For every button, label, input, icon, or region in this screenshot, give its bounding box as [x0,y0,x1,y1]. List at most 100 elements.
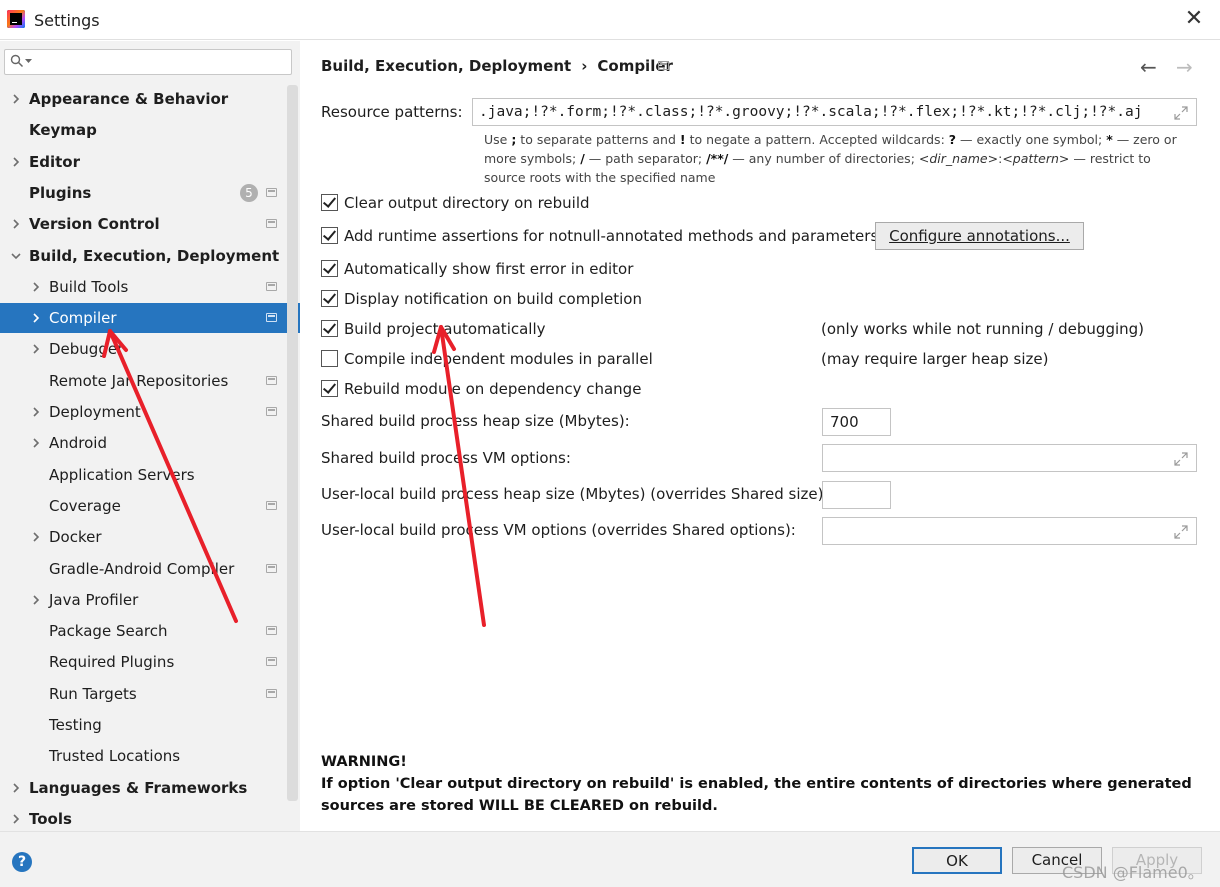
project-settings-icon [266,313,277,323]
clear-output-label: Clear output directory on rebuild [344,194,590,212]
search-options-chevron-icon[interactable] [25,59,32,64]
chevron-right-icon[interactable] [10,156,22,168]
sidebar-item-android[interactable]: Android [0,428,288,458]
breadcrumb-parent[interactable]: Build, Execution, Deployment [321,57,571,75]
resource-patterns-field[interactable]: .java;!?*.form;!?*.class;!?*.groovy;!?*.… [472,98,1197,126]
warning-text: If option 'Clear output directory on reb… [321,776,1192,814]
chevron-right-icon[interactable] [30,437,42,449]
project-settings-icon [266,281,277,291]
sidebar-item-label: Remote Jar Repositories [49,371,229,390]
chevron-right-icon[interactable] [10,218,22,230]
sidebar-item-version-control[interactable]: Version Control [0,209,288,239]
window-title: Settings [34,11,100,30]
runtime-assertions-label: Add runtime assertions for notnull-annot… [344,227,879,245]
title-bar: Settings ✕ [0,0,1220,40]
sidebar-item-label: Required Plugins [49,653,175,672]
ok-button[interactable]: OK [912,847,1002,874]
chevron-right-icon[interactable] [30,343,42,355]
user-vm-input[interactable] [822,517,1197,545]
resource-patterns-label: Resource patterns: [321,103,463,121]
runtime-assertions-checkbox[interactable] [321,227,338,244]
sidebar-item-required-plugins[interactable]: Required Plugins [0,647,288,677]
csdn-watermark: CSDN @Flame0。 [1062,863,1204,882]
project-settings-icon [266,500,277,510]
chevron-right-icon[interactable] [10,813,22,825]
sidebar-item-application-servers[interactable]: Application Servers [0,460,288,490]
sidebar-item-gradle-android-compiler[interactable]: Gradle-Android Compiler [0,554,288,584]
sidebar-item-label: Docker [49,528,102,547]
help-icon[interactable]: ? [12,852,32,872]
sidebar-item-deployment[interactable]: Deployment [0,397,288,427]
sidebar-item-languages-frameworks[interactable]: Languages & Frameworks [0,773,288,803]
resource-patterns-value: .java;!?*.form;!?*.class;!?*.groovy;!?*.… [479,104,1143,120]
sidebar-item-label: Android [49,434,107,453]
display-notification-checkbox[interactable] [321,290,338,307]
sidebar-item-label: Java Profiler [49,590,139,609]
sidebar-item-tools[interactable]: Tools [0,804,288,834]
search-input[interactable] [4,49,292,75]
back-arrow-icon[interactable]: ← [1140,55,1157,79]
breadcrumb: Build, Execution, Deployment › Compiler [321,57,673,75]
sidebar-item-keymap[interactable]: Keymap [0,115,288,145]
clear-output-checkbox[interactable] [321,194,338,211]
sidebar-item-compiler[interactable]: Compiler [0,303,300,334]
rebuild-module-label: Rebuild module on dependency change [344,380,642,398]
chevron-right-icon[interactable] [30,594,42,606]
project-settings-icon [266,626,277,636]
search-icon [10,54,24,68]
show-first-error-checkbox[interactable] [321,260,338,277]
dialog-button-bar: ? OK Cancel Apply CSDN @Flame0。 [0,831,1220,887]
sidebar-item-plugins[interactable]: Plugins 5 [0,178,288,208]
project-settings-icon [266,563,277,573]
rebuild-module-checkbox[interactable] [321,380,338,397]
sidebar-item-trusted-locations[interactable]: Trusted Locations [0,741,288,771]
compiler-settings-panel: Build, Execution, Deployment › Compiler ← … [300,41,1220,831]
sidebar-item-testing[interactable]: Testing [0,710,288,740]
resource-patterns-hint: Use ; to separate patterns and ! to nega… [484,132,1177,185]
sidebar-item-label: Version Control [29,215,160,234]
shared-vm-label: Shared build process VM options: [321,449,571,467]
sidebar-item-label: Compiler [49,309,117,328]
expand-icon[interactable] [1174,525,1188,539]
user-heap-input[interactable] [822,481,891,509]
sidebar-item-java-profiler[interactable]: Java Profiler [0,585,288,615]
chevron-right-icon[interactable] [30,281,42,293]
sidebar-item-debugger[interactable]: Debugger [0,334,288,364]
close-button[interactable]: ✕ [1182,8,1206,32]
chevron-right-icon[interactable] [10,93,22,105]
sidebar-item-label: Keymap [29,121,97,140]
build-automatically-checkbox[interactable] [321,320,338,337]
sidebar-item-package-search[interactable]: Package Search [0,616,288,646]
warning-message: WARNING! If option 'Clear output directo… [321,751,1201,817]
sidebar-item-appearance-behavior[interactable]: Appearance & Behavior [0,84,288,114]
chevron-right-icon[interactable] [10,782,22,794]
compile-parallel-checkbox[interactable] [321,350,338,367]
sidebar-item-label: Testing [49,716,102,734]
configure-annotations-button[interactable]: Configure annotations... [875,222,1084,250]
sidebar-item-label: Gradle-Android Compiler [49,559,235,578]
intellij-logo-icon [7,10,25,28]
expand-icon[interactable] [1174,452,1188,466]
sidebar-scrollbar[interactable] [287,85,298,801]
sidebar-item-label: Tools [29,809,72,828]
chevron-right-icon[interactable] [30,406,42,418]
sidebar-item-docker[interactable]: Docker [0,522,288,552]
sidebar-item-editor[interactable]: Editor [0,147,288,177]
sidebar-item-coverage[interactable]: Coverage [0,491,288,521]
shared-vm-input[interactable] [822,444,1197,472]
forward-arrow-icon[interactable]: → [1176,55,1193,79]
sidebar-item-label: Debugger [49,340,124,359]
sidebar-item-remote-jar-repositories[interactable]: Remote Jar Repositories [0,366,288,396]
expand-icon[interactable] [1174,106,1188,120]
chevron-right-icon[interactable] [30,531,42,543]
chevron-right-icon[interactable] [30,312,42,324]
sidebar-item-run-targets[interactable]: Run Targets [0,679,288,709]
sidebar-item-build-execution-deployment[interactable]: Build, Execution, Deployment [0,241,288,271]
user-heap-label: User-local build process heap size (Mbyt… [321,485,829,503]
project-settings-icon [266,688,277,698]
build-automatically-note: (only works while not running / debuggin… [821,320,1145,338]
chevron-down-icon[interactable] [10,250,22,262]
sidebar-item-label: Editor [29,152,80,171]
shared-heap-input[interactable]: 700 [822,408,891,436]
sidebar-item-build-tools[interactable]: Build Tools [0,272,288,302]
